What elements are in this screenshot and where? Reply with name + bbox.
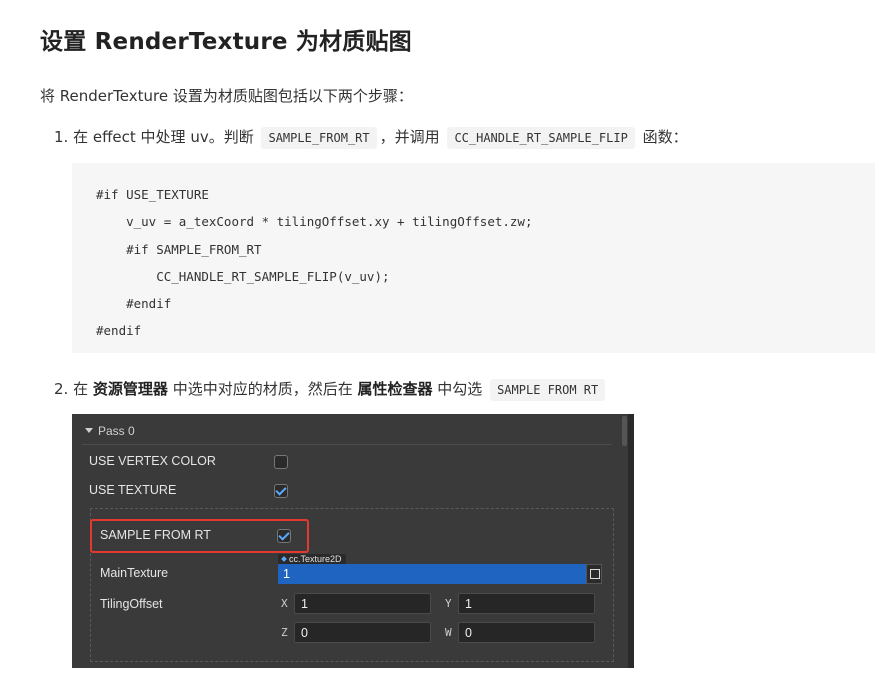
step-1: 1. 在 effect 中处理 uv。判断 SAMPLE_FROM_RT ，并调用… (54, 126, 688, 149)
w-axis-label: W (445, 626, 452, 639)
use-vertex-color-checkbox[interactable] (274, 455, 288, 469)
asset-diamond-icon (281, 556, 287, 562)
pass-0-header[interactable]: Pass 0 (85, 424, 135, 438)
step-1-text-post: 函数： (642, 128, 688, 146)
picker-icon (590, 569, 600, 579)
asset-picker-button[interactable] (586, 564, 602, 584)
step-1-text-mid: ，并调用 (379, 128, 440, 146)
collapse-triangle-icon (85, 428, 93, 433)
main-texture-field[interactable]: 1 (278, 564, 587, 584)
tiling-x-input[interactable]: 1 (294, 593, 431, 614)
step-2-number: 2. (54, 380, 69, 398)
step-2: 2. 在 资源管理器 中选中对应的材质，然后在 属性检查器 中勾选 SAMPLE… (54, 378, 608, 401)
x-axis-label: X (281, 597, 288, 610)
tiling-y-input[interactable]: 1 (458, 593, 595, 614)
texture-type-tag: cc.Texture2D (278, 554, 346, 564)
use-vertex-color-label: USE VERTEX COLOR (89, 454, 216, 468)
scrollbar-thumb[interactable] (622, 416, 627, 446)
code-block-content: #if USE_TEXTURE v_uv = a_texCoord * tili… (96, 187, 533, 339)
tiling-offset-label: TilingOffset (100, 597, 163, 611)
scrollbar-track[interactable] (628, 414, 634, 668)
inspector-label: 属性检查器 (357, 380, 433, 398)
z-axis-label: Z (281, 626, 288, 639)
step-1-number: 1. (54, 128, 69, 146)
offset-w-input[interactable]: 0 (458, 622, 595, 643)
intro-text: 将 RenderTexture 设置为材质贴图包括以下两个步骤： (40, 87, 413, 105)
step-2-text-pre: 在 (73, 380, 89, 398)
use-texture-checkbox[interactable] (274, 484, 288, 498)
main-texture-label: MainTexture (100, 566, 169, 580)
texture-type-text: cc.Texture2D (289, 554, 342, 564)
inline-code-sample-from-rt-option: SAMPLE FROM RT (490, 379, 606, 401)
inspector-screenshot: Pass 0 USE VERTEX COLOR USE TEXTURE SAMP… (72, 414, 634, 668)
use-texture-label: USE TEXTURE (89, 483, 177, 497)
y-axis-label: Y (445, 597, 452, 610)
code-block: #if USE_TEXTURE v_uv = a_texCoord * tili… (72, 163, 875, 353)
step-1-text-pre: 在 effect 中处理 uv。判断 (73, 128, 254, 146)
highlight-box (90, 519, 309, 553)
step-2-text-post: 中勾选 (437, 380, 483, 398)
inline-code-sample-from-rt: SAMPLE_FROM_RT (261, 127, 377, 149)
pass-label: Pass 0 (98, 424, 135, 438)
section-heading: 设置 RenderTexture 为材质贴图 (40, 29, 412, 55)
divider (82, 444, 612, 445)
step-2-text-mid: 中选中对应的材质，然后在 (172, 380, 353, 398)
inline-code-flip-function: CC_HANDLE_RT_SAMPLE_FLIP (447, 127, 635, 149)
asset-manager-label: 资源管理器 (92, 380, 168, 398)
offset-z-input[interactable]: 0 (294, 622, 431, 643)
